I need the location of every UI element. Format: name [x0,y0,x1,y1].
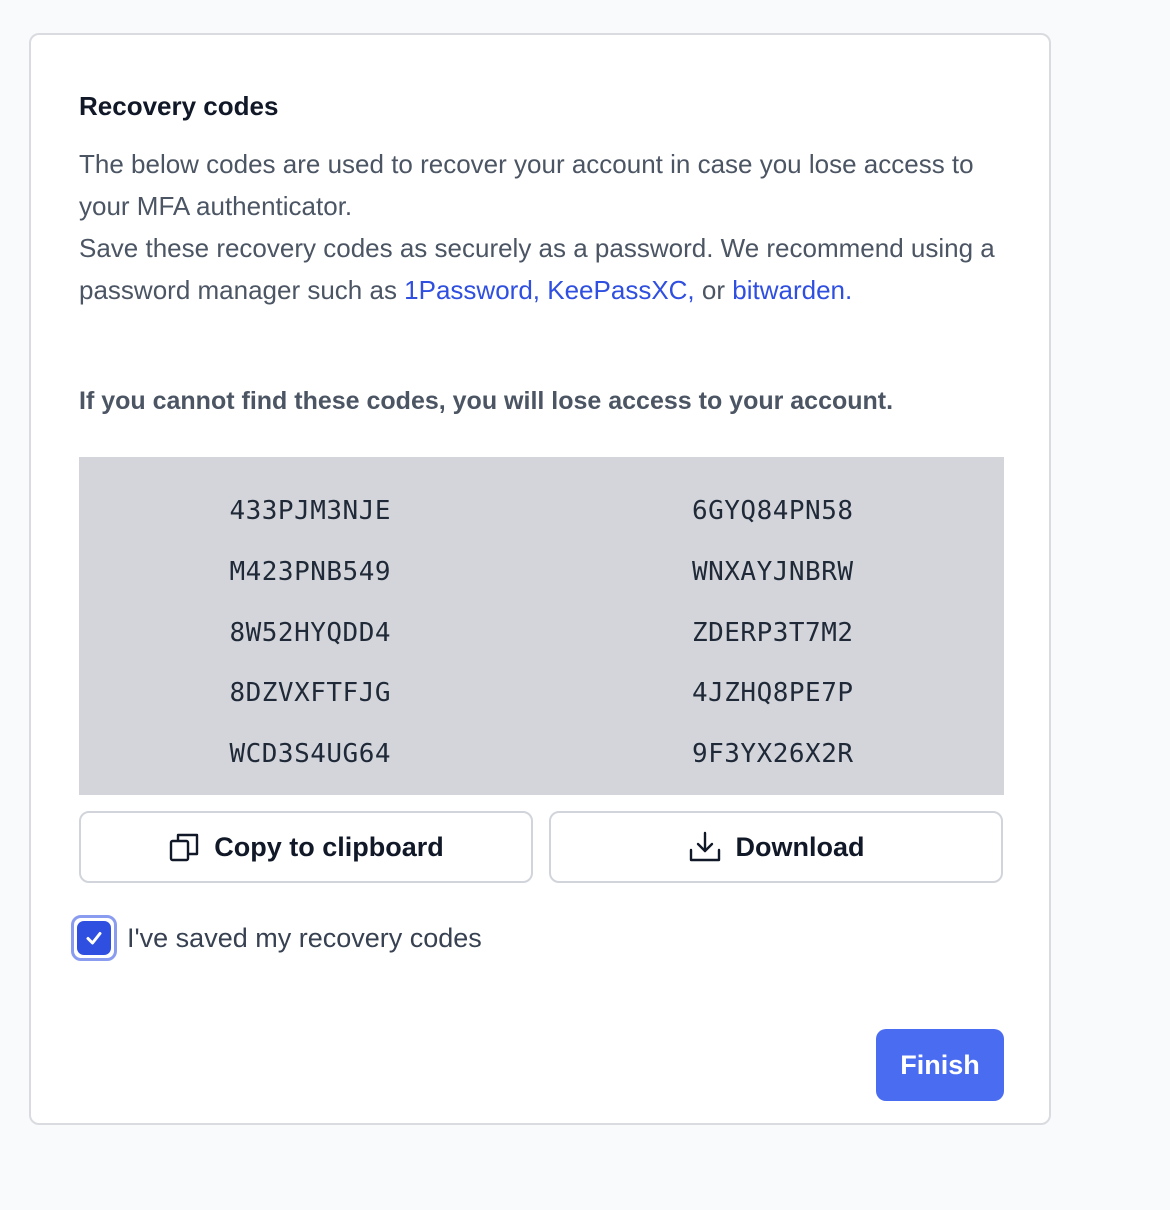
card-title: Recovery codes [79,91,279,121]
finish-button[interactable]: Finish [876,1029,1004,1101]
link-bitwarden[interactable]: bitwarden. [732,275,852,305]
recovery-code: 433PJM3NJE [229,496,392,526]
recovery-code: ZDERP3T7M2 [691,617,854,648]
warning-text: If you cannot find these codes, you will… [79,387,894,415]
checkmark-icon [77,921,111,955]
copy-icon [168,831,200,863]
description-line-1: The below codes are used to recover your… [79,149,974,221]
download-icon [688,830,722,864]
download-button[interactable]: Download [549,811,1003,883]
confirm-saved-row[interactable]: I've saved my recovery codes [71,915,482,961]
recovery-codes-card: Recovery codes The below codes are used … [29,33,1051,1125]
recovery-code: 4JZHQ8PE7P [691,678,854,709]
link-keepassxc[interactable]: KeePassXC, [547,275,694,305]
copy-button-label: Copy to clipboard [214,831,444,862]
copy-to-clipboard-button[interactable]: Copy to clipboard [79,811,533,883]
saved-codes-label[interactable]: I've saved my recovery codes [127,923,482,954]
recovery-code: 9F3YX26X2R [691,739,854,770]
description-or: or [701,275,726,305]
recovery-code: WNXAYJNBRW [691,556,854,587]
link-1password[interactable]: 1Password, [404,275,540,305]
recovery-code: 8W52HYQDD4 [229,617,392,648]
recovery-codes-grid: 433PJM3NJE 6GYQ84PN58 M423PNB549 WNXAYJN… [79,457,1004,795]
recovery-code: 6GYQ84PN58 [691,496,854,526]
recovery-code: WCD3S4UG64 [229,739,392,770]
recovery-code: 8DZVXFTFJG [229,678,392,709]
recovery-code: M423PNB549 [229,556,392,587]
saved-codes-checkbox[interactable] [71,915,117,961]
download-button-label: Download [735,831,865,862]
card-description: The below codes are used to recover your… [79,143,1009,311]
